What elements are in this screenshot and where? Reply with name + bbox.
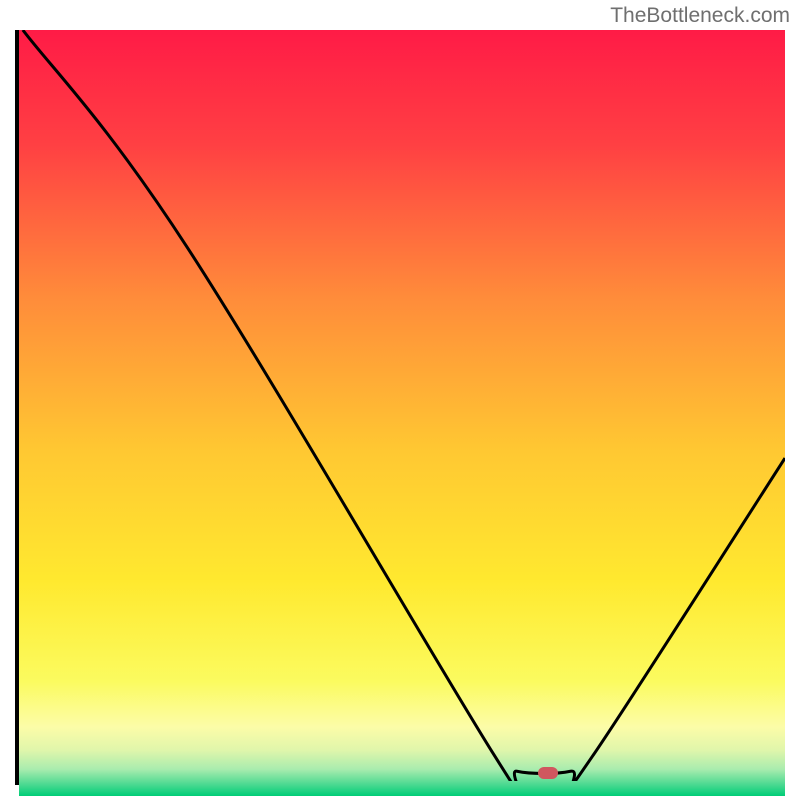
chart-curve bbox=[19, 30, 785, 781]
chart-plot-area bbox=[15, 30, 785, 785]
chart-marker bbox=[538, 767, 558, 779]
watermark-text: TheBottleneck.com bbox=[610, 4, 790, 28]
